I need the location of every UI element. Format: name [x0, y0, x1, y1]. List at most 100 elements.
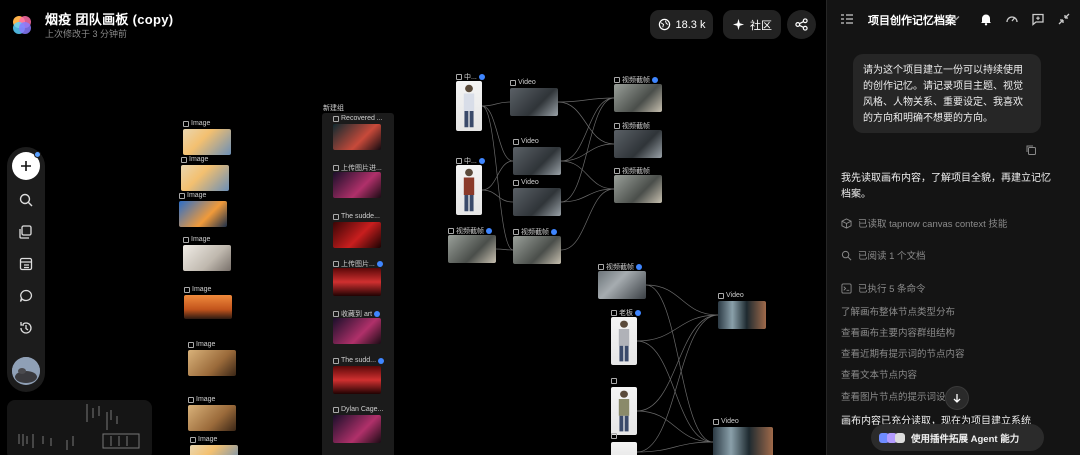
command-item[interactable]: 查看图片节点的提示词设	[841, 389, 946, 403]
plugin-icon	[895, 432, 905, 443]
node-thumbnail[interactable]	[333, 415, 381, 443]
group-title[interactable]: 新建组	[323, 103, 344, 113]
history-icon[interactable]	[18, 320, 34, 336]
node-thumbnail[interactable]	[333, 268, 381, 296]
step-read-doc[interactable]: 已阅读 1 个文档	[841, 248, 926, 262]
list-icon[interactable]	[840, 12, 854, 26]
panel-title[interactable]: 项目创作记忆档案	[868, 12, 956, 28]
scroll-down-button[interactable]	[945, 386, 969, 410]
node-thumbnail[interactable]	[510, 88, 558, 116]
node-thumbnail[interactable]	[179, 201, 227, 227]
node-label: Video	[513, 179, 539, 186]
app-window: 烟疫 团队画板 (copy) 上次修改于 3 分钟前 18.3 k 社区 新建组…	[0, 0, 1080, 455]
node-type-icon	[513, 229, 519, 235]
verified-badge-icon	[374, 311, 381, 317]
node-thumbnail[interactable]	[713, 427, 773, 455]
user-avatar[interactable]	[12, 357, 40, 385]
node-thumbnail[interactable]	[611, 317, 637, 365]
node-thumbnail[interactable]	[333, 124, 381, 150]
node-type-icon	[718, 292, 724, 299]
node-label-text: Image	[196, 396, 216, 403]
share-icon	[795, 18, 808, 31]
verified-badge-icon	[478, 158, 485, 164]
connection-wire	[636, 441, 714, 453]
step-commands[interactable]: 已执行 5 条命令	[841, 281, 926, 295]
canvas[interactable]: 烟疫 团队画板 (copy) 上次修改于 3 分钟前 18.3 k 社区 新建组…	[0, 0, 826, 455]
node-thumbnail[interactable]	[333, 318, 381, 344]
node-thumbnail[interactable]	[448, 235, 496, 263]
notification-dot	[34, 151, 41, 158]
node-thumbnail[interactable]	[183, 129, 231, 155]
node-thumbnail[interactable]	[181, 165, 229, 191]
node-thumbnail[interactable]	[614, 130, 662, 158]
add-node-button[interactable]	[12, 151, 41, 180]
share-button[interactable]	[787, 10, 816, 39]
node-thumbnail[interactable]	[188, 350, 236, 376]
command-item[interactable]: 查看画布主要内容群组结构	[841, 325, 955, 339]
board-title[interactable]: 烟疫 团队画板 (copy)	[45, 9, 173, 28]
node-thumbnail[interactable]	[333, 222, 381, 248]
node-thumbnail[interactable]	[456, 165, 482, 215]
node-thumbnail[interactable]	[333, 366, 381, 394]
node-thumbnail[interactable]	[614, 84, 662, 112]
node-type-icon	[611, 433, 617, 439]
command-item[interactable]: 了解画布整体节点类型分布	[841, 304, 955, 318]
minimap-preview	[18, 404, 140, 450]
plugin-agent-button[interactable]: 使用插件拓展 Agent 能力	[871, 424, 1044, 451]
node-type-icon	[184, 286, 190, 293]
assets-icon[interactable]	[18, 224, 34, 240]
node-label-text: The sudd...	[341, 357, 377, 364]
bell-icon[interactable]	[979, 12, 993, 26]
comment-icon[interactable]	[18, 288, 34, 304]
node-thumbnail[interactable]	[456, 81, 482, 131]
node-thumbnail[interactable]	[183, 245, 231, 271]
node-label-text: Image	[196, 341, 216, 348]
node-thumbnail[interactable]	[614, 175, 662, 203]
node-type-icon	[513, 179, 519, 186]
node-thumbnail[interactable]	[333, 172, 381, 198]
node-thumbnail[interactable]	[513, 147, 561, 175]
node-thumbnail[interactable]	[184, 295, 232, 319]
collapse-icon[interactable]	[1057, 12, 1071, 26]
node-thumbnail[interactable]	[611, 387, 637, 435]
node-type-icon	[456, 74, 462, 80]
arrow-down-icon	[953, 394, 961, 403]
connection-wire	[560, 97, 615, 203]
node-type-icon	[333, 357, 339, 364]
search-icon[interactable]	[18, 192, 34, 208]
node-thumbnail[interactable]	[513, 188, 561, 216]
node-label: Image	[184, 286, 211, 293]
node-label: Recovered ...	[333, 115, 383, 122]
node-thumbnail[interactable]	[188, 405, 236, 431]
layers-icon[interactable]	[18, 256, 34, 272]
sparkle-icon	[732, 18, 745, 31]
node-type-icon	[333, 261, 339, 267]
step-read-skill[interactable]: 已读取 tapnow canvas context 技能	[841, 216, 1007, 230]
command-item[interactable]: 查看文本节点内容	[841, 367, 917, 381]
user-message: 请为这个项目建立一份可以持续使用的创作记忆。请记录项目主题、视觉风格、人物关系、…	[853, 54, 1041, 133]
node-type-icon	[611, 378, 617, 384]
plus-icon	[21, 161, 31, 171]
minimap[interactable]	[7, 400, 152, 455]
node-connections	[481, 97, 719, 453]
connection-wire	[560, 160, 615, 190]
node-thumbnail[interactable]	[513, 236, 561, 264]
node-thumbnail[interactable]	[190, 445, 238, 455]
node-type-icon	[190, 436, 196, 443]
node-label-text: Dylan Cage...	[341, 406, 384, 413]
node-thumbnail[interactable]	[611, 442, 637, 455]
views-button[interactable]: 18.3 k	[650, 10, 713, 39]
app-logo-icon[interactable]	[11, 14, 33, 36]
community-button[interactable]: 社区	[723, 10, 781, 39]
connection-wire	[645, 284, 714, 443]
command-item[interactable]: 查看近期有提示词的节点内容	[841, 346, 965, 360]
node-type-icon	[188, 341, 194, 348]
copy-icon[interactable]	[1025, 144, 1037, 156]
new-chat-icon[interactable]	[1031, 12, 1045, 26]
node-thumbnail[interactable]	[598, 271, 646, 299]
node-type-icon	[513, 138, 519, 145]
node-thumbnail[interactable]	[718, 301, 766, 329]
node-label-text: Video	[721, 418, 739, 425]
gauge-icon[interactable]	[1005, 12, 1019, 26]
chevron-down-icon[interactable]	[951, 13, 961, 23]
